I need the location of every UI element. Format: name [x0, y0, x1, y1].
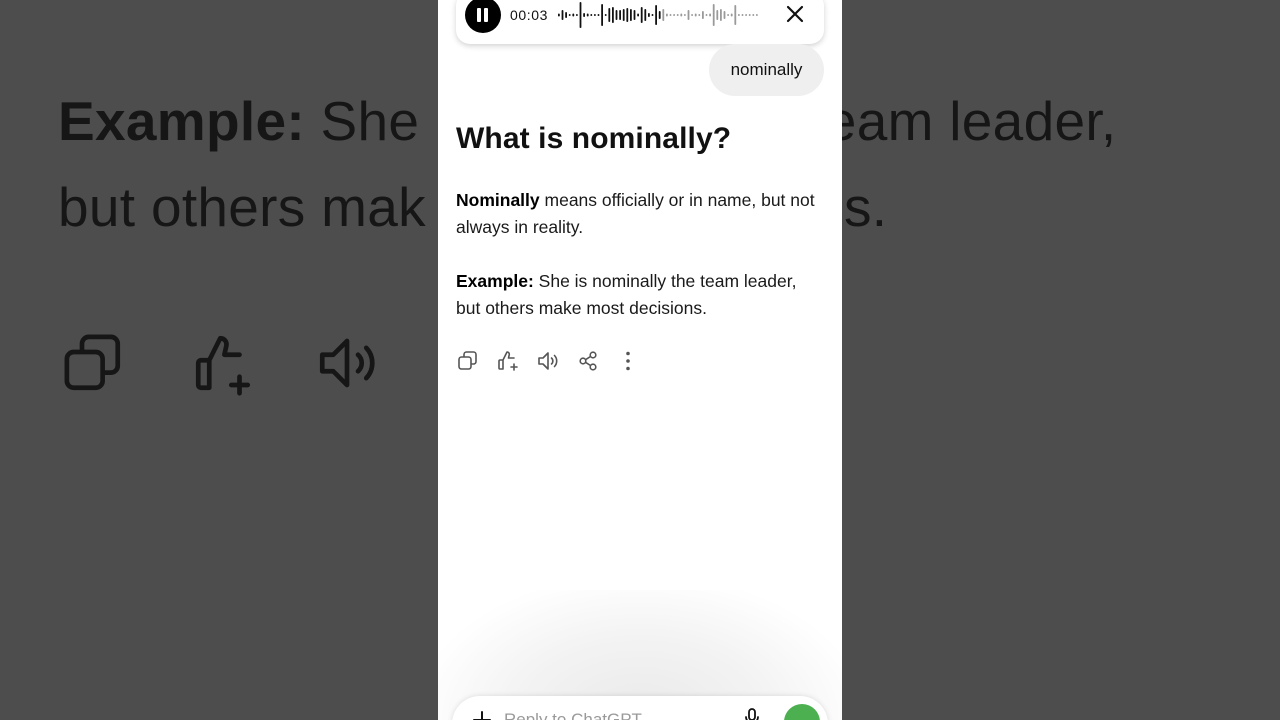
answer-title: What is nominally?: [456, 122, 732, 155]
definition-paragraph: Nominally means officially or in name, b…: [456, 187, 816, 241]
microphone-icon[interactable]: [744, 708, 760, 720]
thumbs-up-icon[interactable]: [496, 349, 520, 373]
copy-icon: [64, 334, 121, 391]
definition-term: Nominally: [456, 190, 540, 210]
background-example-label: Example:: [58, 90, 305, 152]
waveform-icon: [558, 2, 758, 28]
message-input[interactable]: Reply to ChatGPT: [504, 710, 642, 720]
plus-icon[interactable]: [472, 710, 492, 720]
background-line1-tail: team leader,: [810, 90, 1117, 152]
copy-icon[interactable]: [456, 349, 480, 373]
pause-button[interactable]: [465, 0, 501, 33]
voice-mode-button[interactable]: [784, 704, 820, 720]
voice-player-bar: 00:03: [456, 0, 824, 44]
more-icon[interactable]: [616, 349, 640, 373]
read-aloud-icon: [319, 338, 375, 388]
composer: Reply to ChatGPT: [452, 696, 828, 720]
user-message-bubble: nominally: [709, 44, 824, 96]
voice-timer: 00:03: [510, 7, 549, 23]
background-line2-tail: s.: [843, 176, 888, 238]
phone-screen: 00:03 nominally What is nominally? Nomin…: [438, 0, 842, 720]
share-icon[interactable]: [576, 349, 600, 373]
example-label: Example:: [456, 271, 534, 291]
thumbs-up-icon: [195, 335, 251, 396]
read-aloud-icon[interactable]: [536, 349, 560, 373]
background-line2-head: but others mak: [58, 176, 426, 238]
example-paragraph: Example: She is nominally the team leade…: [456, 268, 816, 322]
close-icon[interactable]: [784, 3, 806, 25]
